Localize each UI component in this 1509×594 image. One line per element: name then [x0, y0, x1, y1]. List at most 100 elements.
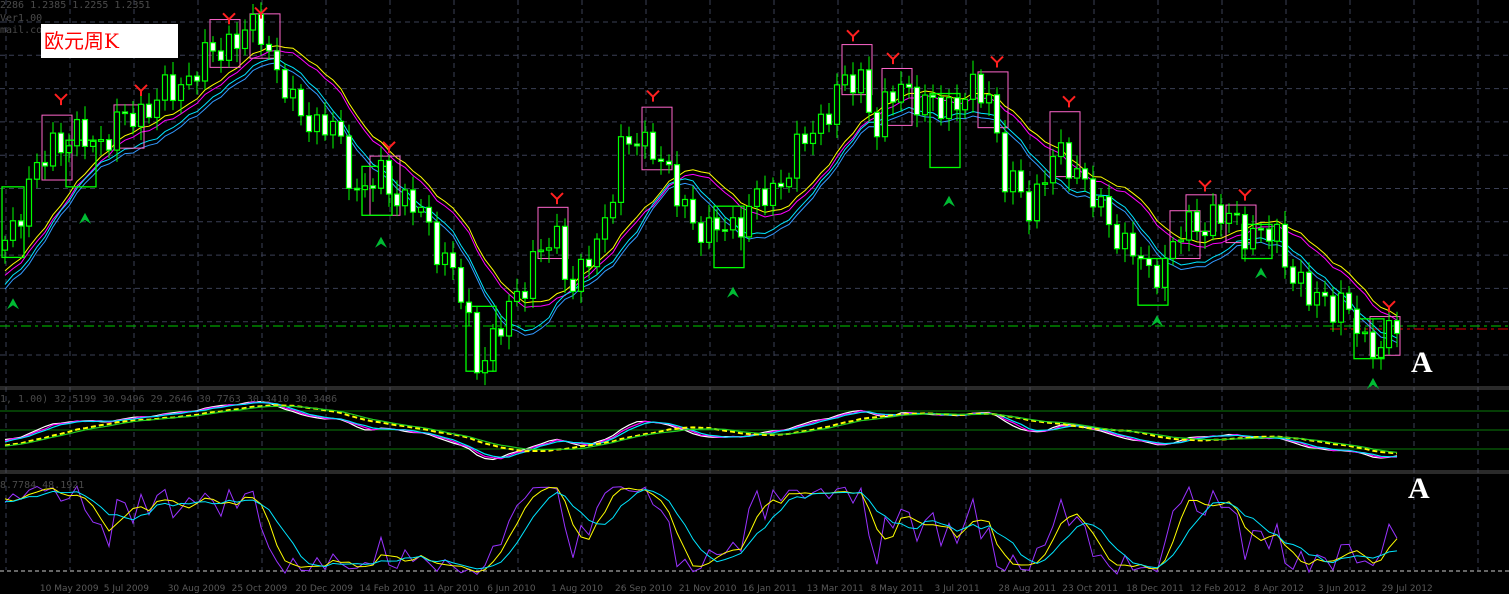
candle	[497, 315, 505, 345]
candle	[1057, 129, 1065, 165]
time-axis-label: 12 Feb 2012	[1190, 584, 1246, 594]
candle-body	[1329, 295, 1337, 323]
candle-body	[841, 74, 849, 86]
candle-body	[1217, 204, 1225, 224]
candle	[545, 237, 553, 263]
buy-arrow-icon	[1255, 267, 1267, 279]
candle	[1081, 162, 1089, 192]
sell-mark-icon	[886, 52, 900, 65]
candle	[849, 62, 857, 106]
candle-body	[1097, 196, 1105, 208]
candle-body	[297, 88, 305, 117]
candle-body	[529, 251, 537, 300]
candle	[1137, 246, 1145, 270]
candle	[1377, 340, 1385, 370]
oscillator-line	[4, 405, 1398, 453]
candle	[969, 60, 977, 113]
candle-body	[521, 290, 529, 300]
candle	[1073, 155, 1081, 185]
candle	[1121, 222, 1129, 263]
candle-body	[1305, 271, 1313, 306]
candle	[225, 25, 233, 68]
candle	[1217, 193, 1225, 237]
candle-body	[505, 300, 513, 337]
candle-body	[377, 159, 385, 189]
candle	[473, 305, 481, 380]
candle-body	[17, 220, 25, 227]
candle-body	[1049, 155, 1057, 184]
time-axis-label: 28 Aug 2011	[998, 584, 1056, 594]
candle-body	[305, 115, 313, 133]
candle-body	[1105, 196, 1113, 226]
candle	[785, 172, 793, 193]
candle-body	[689, 198, 697, 224]
candle-body	[977, 73, 985, 104]
time-axis-label: 21 Nov 2010	[679, 584, 737, 594]
candle-body	[705, 217, 713, 243]
candle	[113, 98, 121, 162]
candle-body	[481, 360, 489, 374]
candle-body	[1041, 182, 1049, 185]
time-axis-label: 13 Mar 2011	[807, 584, 864, 594]
time-axis-label: 10 May 2009	[40, 584, 99, 594]
candle	[169, 62, 177, 111]
candle-body	[41, 161, 49, 167]
candle	[897, 71, 905, 111]
candle-body	[425, 206, 433, 223]
candle	[1353, 295, 1361, 347]
candle-body	[177, 84, 185, 102]
candle-body	[105, 139, 113, 151]
candle-body	[1081, 168, 1089, 180]
buy-arrow-icon	[1151, 315, 1163, 327]
candle	[281, 63, 289, 103]
candle-body	[825, 113, 833, 125]
candle	[425, 195, 433, 236]
time-axis-label: 26 Sep 2010	[615, 584, 672, 594]
candle	[57, 122, 65, 166]
candle	[153, 88, 161, 131]
candle-body	[321, 114, 329, 136]
candle-body	[641, 131, 649, 147]
candle	[233, 22, 241, 63]
candle-body	[65, 145, 73, 154]
candle	[265, 35, 273, 60]
candle-body	[1129, 232, 1137, 257]
candle	[937, 85, 945, 126]
candle	[825, 102, 833, 133]
candle-body	[617, 136, 625, 203]
candle	[1345, 286, 1353, 315]
moving-average-line	[4, 49, 1398, 321]
candle-body	[73, 118, 81, 147]
moving-average-line	[4, 62, 1398, 344]
candle-body	[81, 118, 89, 147]
candle-body	[761, 188, 769, 207]
candle-body	[945, 97, 953, 120]
candle	[9, 207, 17, 248]
candle	[1089, 165, 1097, 218]
candle-body	[1065, 142, 1073, 179]
candle	[1177, 226, 1185, 255]
candle-body	[1033, 183, 1041, 222]
candle-body	[1113, 223, 1121, 250]
candle	[737, 207, 745, 251]
candle	[1289, 258, 1297, 292]
candle-body	[985, 94, 993, 104]
candle	[1297, 259, 1305, 297]
candle	[369, 178, 377, 202]
candle-body	[201, 42, 209, 82]
candle	[1305, 262, 1313, 311]
candle-body	[1177, 239, 1185, 243]
candle-body	[257, 13, 265, 45]
chart-window: 200910 May 20095 Jul 200930 Aug 200925 O…	[0, 0, 1509, 594]
candle	[89, 135, 97, 153]
time-axis-label: 25 Oct 2009	[232, 584, 288, 594]
price-chart[interactable]: 200910 May 20095 Jul 200930 Aug 200925 O…	[0, 0, 1509, 594]
candle-body	[401, 189, 409, 207]
candle	[1017, 159, 1025, 198]
marker-a-sub: A	[1408, 472, 1430, 505]
candle-body	[1313, 291, 1321, 306]
candle-body	[1073, 168, 1081, 179]
candle-body	[873, 111, 881, 138]
candle	[201, 29, 209, 90]
candle-body	[1025, 191, 1033, 222]
